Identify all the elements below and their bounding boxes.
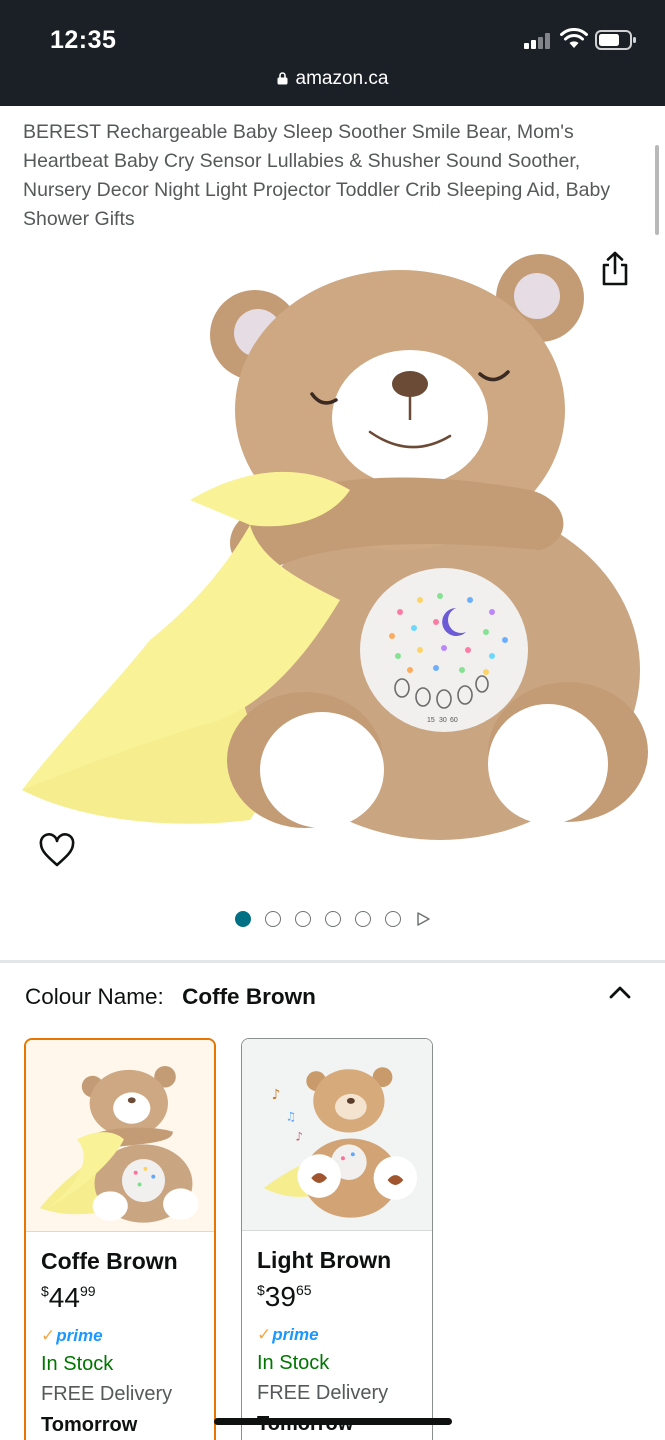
cellular-signal-icon [524,33,554,49]
variation-option-light-brown[interactable]: ♪ ♫ ♪ Light Brown $3965 ✓prime In Stock … [241,1038,433,1440]
svg-text:♪: ♪ [295,1129,303,1143]
timer-label-30: 30 [439,717,447,724]
url-text: amazon.ca [295,68,389,89]
browser-chrome: 12:35 amazon.ca [0,0,665,106]
variation-selected-value: Coffe Brown [182,984,316,1009]
heart-icon[interactable] [38,833,76,869]
carousel-dot-2[interactable] [264,911,281,927]
video-play-icon[interactable] [415,911,431,927]
variation-header: Colour Name: Coffe Brown [25,984,316,1010]
svg-text:♫: ♫ [286,1110,297,1124]
prime-badge: ✓prime [257,1325,319,1345]
address-bar[interactable]: amazon.ca [0,68,665,90]
price-fraction: 99 [79,1283,96,1299]
prime-label: prime [272,1325,319,1344]
variation-thumbnail: ♪ ♫ ♪ [242,1039,432,1231]
section-divider [0,960,665,963]
home-indicator[interactable] [214,1418,452,1425]
delivery-date: Tomorrow [41,1414,138,1436]
wifi-icon [560,28,588,48]
delivery-label: FREE Delivery [257,1382,389,1404]
variation-thumbnail [26,1040,214,1232]
variation-price: $4499 [41,1282,96,1314]
lock-icon [277,72,288,85]
carousel-dot-5[interactable] [354,911,371,927]
stock-status: In Stock [41,1353,114,1375]
timer-label-60: 60 [450,717,458,724]
status-time: 12:35 [50,26,117,54]
price-currency: $ [257,1282,265,1298]
timer-label-15: 15 [427,717,435,724]
product-image[interactable]: 15 30 60 [0,240,665,900]
prime-label: prime [56,1326,103,1345]
stock-status: In Stock [257,1352,330,1374]
carousel-dot-1[interactable] [234,911,251,927]
carousel-dot-3[interactable] [294,911,311,927]
price-fraction: 65 [295,1282,312,1298]
price-currency: $ [41,1283,49,1299]
carousel-dot-4[interactable] [324,911,341,927]
scrollbar[interactable] [655,145,659,235]
carousel-dot-6[interactable] [384,911,401,927]
variation-price: $3965 [257,1281,312,1313]
variation-label: Colour Name: [25,984,164,1009]
battery-icon [595,30,636,50]
product-title[interactable]: BEREST Rechargeable Baby Sleep Soother S… [23,118,638,234]
prime-check-icon: ✓ [257,1325,272,1344]
svg-text:♪: ♪ [272,1087,281,1103]
chevron-up-icon[interactable] [606,980,634,1004]
variation-name: Light Brown [257,1247,392,1273]
variation-name: Coffe Brown [41,1248,178,1274]
price-whole: 44 [48,1282,80,1313]
prime-check-icon: ✓ [41,1326,56,1345]
price-whole: 39 [264,1281,296,1312]
prime-badge: ✓prime [41,1326,103,1346]
image-carousel-dots[interactable] [0,909,665,929]
variation-option-coffe-brown[interactable]: Coffe Brown $4499 ✓prime In Stock FREE D… [24,1038,216,1440]
delivery-label: FREE Delivery [41,1383,173,1405]
